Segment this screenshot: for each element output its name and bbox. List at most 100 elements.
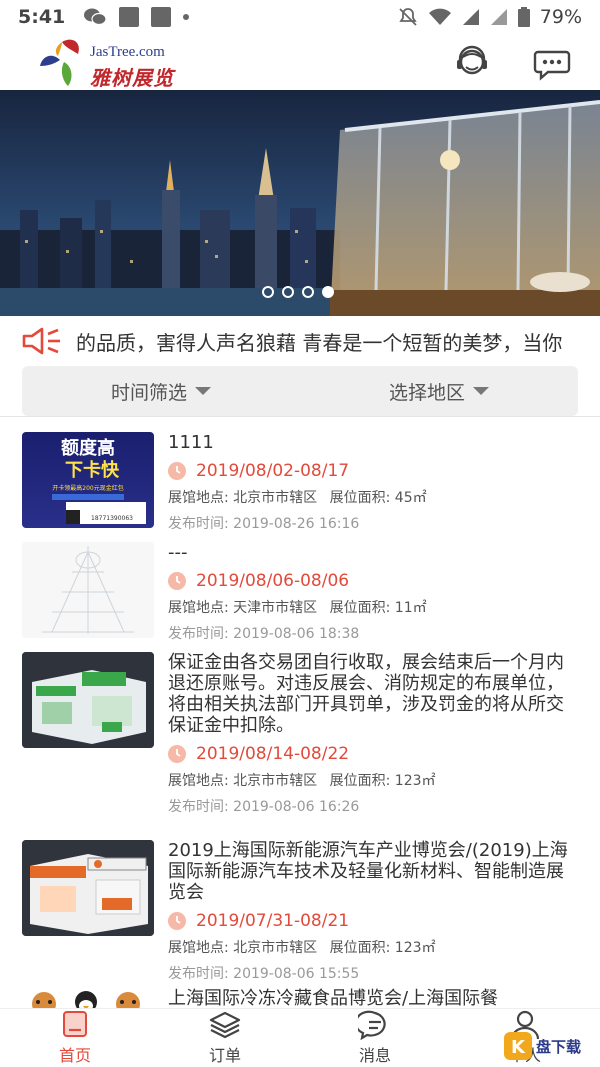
tab-home[interactable]: 首页 (0, 1009, 150, 1067)
item-date-text: 2019/08/02-08/17 (196, 461, 350, 481)
item-info: 1111 2019/08/02-08/17 展馆地点: 北京市市辖区 展位面积:… (168, 432, 580, 533)
tab-messages[interactable]: 消息 (300, 1009, 450, 1067)
thumbnail-image: 额度高 下卡快 开卡领最高200元现金红包 18771390063 (52, 437, 146, 524)
customer-service-button[interactable] (452, 42, 492, 82)
area-value: 11㎡ (394, 600, 427, 616)
customer-service-icon (457, 45, 487, 75)
publish-label: 发布时间: (168, 799, 229, 815)
clock-icon (168, 462, 186, 480)
area-label: 展位面积: (329, 940, 391, 956)
message-button[interactable] (532, 42, 572, 82)
time-filter-label: 时间筛选 (110, 381, 187, 404)
carousel-dot-active[interactable] (322, 286, 334, 298)
signal-icon (490, 9, 507, 25)
mute-icon (399, 8, 417, 26)
notice-text[interactable]: 的品质，害得人声名狼藉 青春是一个短暂的美梦，当你 (76, 327, 562, 356)
area-label: 展位面积: (329, 490, 391, 506)
venue-label: 展馆地点: (168, 490, 229, 506)
publish-value: 2019-08-06 18:38 (233, 626, 360, 642)
wifi-icon (428, 8, 451, 25)
venue-value: 北京市市辖区 (233, 490, 318, 506)
carousel-dot[interactable] (262, 286, 274, 298)
item-date: 2019/07/31-08/21 (168, 911, 580, 931)
more-notifications-icon (183, 14, 190, 20)
item-info: --- 2019/08/06-08/06 展馆地点: 天津市市辖区 展位面积: … (168, 542, 580, 643)
item-info: 2019上海国际新能源汽车产业博览会/(2019)上海国际新能源汽车技术及轻量化… (168, 840, 580, 983)
item-thumbnail (22, 840, 154, 936)
battery-level: 79% (539, 6, 582, 28)
item-publish: 发布时间: 2019-08-06 18:38 (168, 623, 580, 643)
filter-bar: 时间筛选 选择地区 (22, 366, 578, 416)
chevron-down-icon (195, 387, 211, 395)
tab-orders-label: 订单 (208, 1046, 241, 1065)
item-date-text: 2019/08/06-08/06 (196, 571, 350, 591)
banner-image (0, 90, 600, 316)
status-bar: 5:41 79% (0, 0, 600, 34)
venue-value: 北京市市辖区 (233, 773, 318, 789)
publish-label: 发布时间: (168, 626, 229, 642)
area-value: 123㎡ (394, 773, 436, 789)
item-title: --- (168, 542, 188, 563)
notification-icon (151, 7, 172, 27)
banner-carousel[interactable] (0, 90, 600, 316)
region-filter-label: 选择地区 (388, 381, 465, 404)
thumbnail-image (22, 542, 154, 638)
item-info: 上海国际冷冻冷藏食品博览会/上海国际餐 (168, 988, 580, 1009)
venue-value: 北京市市辖区 (233, 940, 318, 956)
item-publish: 发布时间: 2019-08-26 16:16 (168, 513, 580, 533)
item-date: 2019/08/14-08/22 (168, 744, 580, 764)
item-meta: 展馆地点: 北京市市辖区 展位面积: 45㎡ (168, 487, 580, 507)
chevron-down-icon (473, 387, 489, 395)
item-info: 保证金由各交易团自行收取，展会结束后一个月内退还原账号。对违反展会、消防规定的布… (168, 652, 580, 816)
item-date: 2019/08/02-08/17 (168, 461, 580, 481)
status-time: 5:41 (18, 6, 66, 28)
speaker-icon (22, 327, 60, 355)
carousel-indicator (262, 286, 334, 298)
carousel-dot[interactable] (302, 286, 314, 298)
watermark-text: 盘下载 (536, 1038, 581, 1056)
publish-value: 2019-08-06 15:55 (233, 966, 360, 982)
item-thumbnail (22, 652, 154, 748)
watermark-logo: K 盘下载 (504, 1032, 581, 1060)
venue-value: 天津市市辖区 (233, 600, 318, 616)
message-icon (533, 50, 571, 81)
publish-label: 发布时间: (168, 516, 229, 532)
area-value: 45㎡ (394, 490, 427, 506)
chat-bubble-icon (358, 1010, 386, 1040)
tab-orders[interactable]: 订单 (150, 1009, 300, 1067)
item-date-text: 2019/08/14-08/22 (196, 744, 350, 764)
thumb-text: 开卡领最高200元现金红包 (52, 484, 123, 492)
clock-icon (168, 912, 186, 930)
area-label: 展位面积: (329, 600, 391, 616)
wechat-icon (84, 8, 107, 26)
notice-bar: 的品质，害得人声名狼藉 青春是一个短暂的美梦，当你 (0, 316, 600, 366)
item-publish: 发布时间: 2019-08-06 16:26 (168, 796, 580, 816)
signal-icon (462, 9, 479, 25)
area-label: 展位面积: (329, 773, 391, 789)
tab-home-label: 首页 (58, 1046, 91, 1065)
item-title: 保证金由各交易团自行收取，展会结束后一个月内退还原账号。对违反展会、消防规定的布… (168, 652, 564, 736)
notification-icon (119, 7, 140, 27)
item-title: 上海国际冷冻冷藏食品博览会/上海国际餐 (168, 988, 499, 1009)
logo: JasTree.com 雅树展览 (38, 36, 188, 90)
thumb-text: 下卡快 (65, 459, 120, 481)
thumbnail-image (22, 840, 154, 936)
area-value: 123㎡ (394, 940, 436, 956)
item-title: 1111 (168, 432, 214, 453)
item-meta: 展馆地点: 北京市市辖区 展位面积: 123㎡ (168, 770, 580, 790)
item-title: 2019上海国际新能源汽车产业博览会/(2019)上海国际新能源汽车技术及轻量化… (168, 840, 568, 903)
carousel-dot[interactable] (282, 286, 294, 298)
publish-value: 2019-08-06 16:26 (233, 799, 360, 815)
clock-icon (168, 572, 186, 590)
home-icon (63, 1011, 87, 1037)
layers-icon (209, 1011, 241, 1039)
battery-icon (517, 7, 530, 27)
region-filter-dropdown[interactable]: 选择地区 (300, 366, 578, 416)
item-thumbnail: 额度高 下卡快 开卡领最高200元现金红包 18771390063 (22, 432, 154, 528)
venue-label: 展馆地点: (168, 773, 229, 789)
app-header: JasTree.com 雅树展览 (0, 34, 600, 90)
time-filter-dropdown[interactable]: 时间筛选 (22, 366, 300, 416)
item-publish: 发布时间: 2019-08-06 15:55 (168, 963, 580, 983)
item-meta: 展馆地点: 天津市市辖区 展位面积: 11㎡ (168, 597, 580, 617)
item-meta: 展馆地点: 北京市市辖区 展位面积: 123㎡ (168, 937, 580, 957)
